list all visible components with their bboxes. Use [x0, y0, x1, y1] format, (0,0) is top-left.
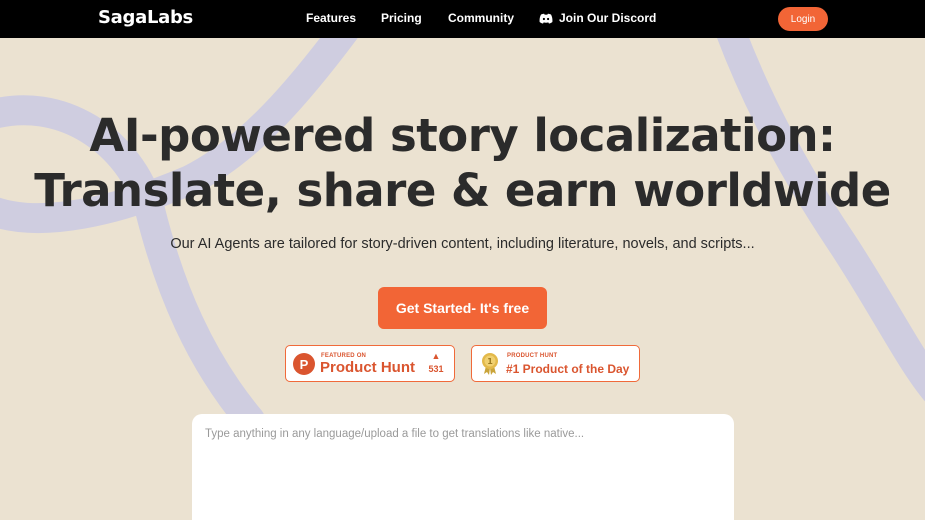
badge-product-hunt-small: PRODUCT HUNT — [507, 353, 558, 359]
product-of-the-day-badge[interactable]: 1 PRODUCT HUNT #1 Product of the Day — [471, 345, 640, 382]
login-button[interactable]: Login — [778, 7, 828, 31]
badge-product-hunt: Product Hunt — [320, 359, 415, 376]
translation-input-card — [192, 414, 734, 520]
medal-icon: 1 — [482, 353, 498, 375]
discord-icon — [539, 13, 553, 24]
nav-link-community[interactable]: Community — [448, 11, 514, 25]
product-hunt-featured-badge[interactable]: P FEATURED ON Product Hunt ▲ 531 — [285, 345, 455, 382]
top-nav: SagaLabs Features Pricing Community Join… — [0, 0, 925, 38]
svg-text:1: 1 — [487, 357, 493, 366]
product-hunt-logo-icon: P — [293, 353, 315, 375]
hero-subtitle: Our AI Agents are tailored for story-dri… — [170, 236, 755, 252]
logo[interactable]: SagaLabs — [98, 7, 193, 28]
hero-title: AI-powered story localization: Translate… — [0, 108, 925, 218]
nav-link-features[interactable]: Features — [306, 11, 356, 25]
hero-title-line-1: AI-powered story localization: — [89, 109, 836, 162]
hero-title-line-2: Translate, share & earn worldwide — [34, 164, 891, 217]
upvote-triangle-icon: ▲ — [431, 351, 441, 361]
get-started-button[interactable]: Get Started- It's free — [378, 287, 547, 329]
discord-label: Join Our Discord — [559, 11, 657, 25]
upvote-box: ▲ 531 — [426, 351, 446, 375]
badge-product-of-the-day: #1 Product of the Day — [506, 362, 630, 376]
upvote-count: 531 — [428, 364, 444, 374]
translation-input[interactable] — [205, 428, 720, 518]
nav-link-pricing[interactable]: Pricing — [381, 11, 422, 25]
discord-link[interactable]: Join Our Discord — [539, 11, 656, 25]
